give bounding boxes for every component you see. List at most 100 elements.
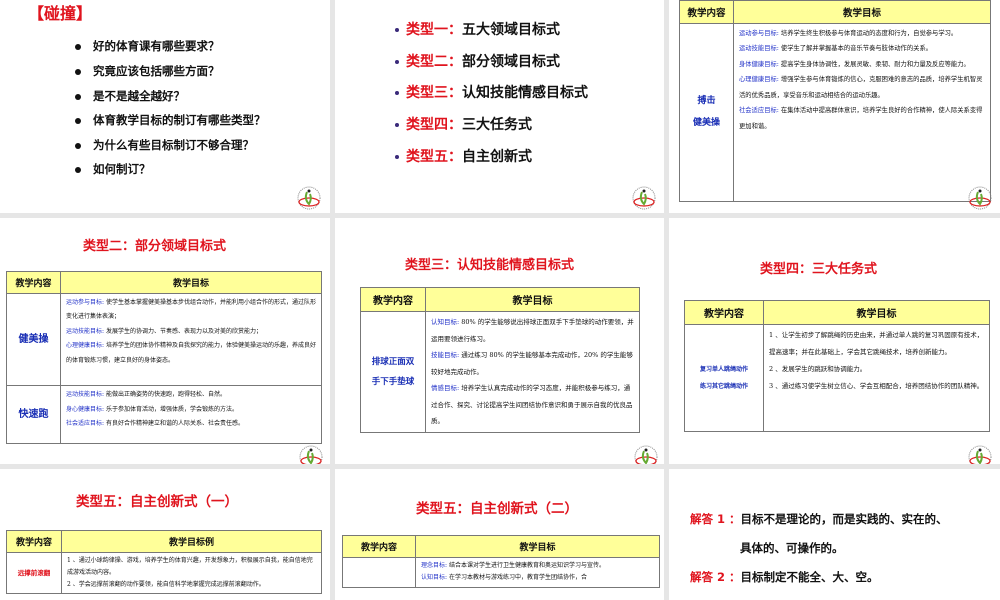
goals-cell: 理念目标: 结合本课对学生进行卫生健康教育和奥运知识学习与宣传。 认知目标: 在学… [415, 556, 660, 588]
goal-text: 使学生了解并掌握基本的音乐节奏与肢体动作的关系。 [778, 45, 933, 53]
slide-thumbnail-2[interactable]: 类型一：五大领域目标式 类型二：部分领域目标式 类型三：认知技能情感目标式 类型… [335, 0, 664, 213]
goal-item: 2 、发展学生的跳跃和协调能力。 [769, 361, 984, 378]
table-row: 搏击 健美操 运动参与目标: 培养学生终生积极参与体育运动的态度和行为，自觉参与学习… [679, 22, 991, 203]
column-header: 教学目标 [763, 300, 990, 325]
bullet-item: 是不是越全越好？ [75, 88, 185, 104]
slide-thumbnail-1[interactable]: 【碰撞】 好的体育课有哪些要求？ 究竟应该包括哪些方面？ 是不是越全越好？ 体育… [0, 0, 330, 213]
slide-thumbnail-4[interactable]: 类型二：部分领域目标式 教学内容 教学目标 健美操 运动参与目标: 使学生基本掌握健美… [0, 218, 330, 464]
table-row: 健美操 运动参与目标: 使学生基本掌握健美操基本步伐组合动作，并能利用小组合作的形… [6, 292, 322, 387]
type-item: 类型五：自主创新式 [395, 146, 532, 166]
school-logo-icon [967, 444, 993, 464]
table: 教学内容 教学目标例 远撑前滚翻 1 、通过小球韵律操、游戏，培养学生的体育兴趣，开发… [6, 530, 322, 594]
goal-text: 乐于参加体育活动，增强体质，学会锻炼的方法。 [104, 405, 238, 413]
slide-title: 类型二：部分领域目标式 [83, 239, 227, 254]
bullet-text: 好的体育课有哪些要求？ [93, 39, 220, 53]
goal-text: 培养学生终生积极参与体育运动的态度和行为，自觉参与学习。 [778, 29, 958, 37]
goal-item: 认知目标: 80% 的学生能够说出排球正面双手下手垫球的动作要领，并运用要领进行… [431, 314, 634, 347]
bullet-icon [75, 68, 81, 75]
type-item: 类型四：三大任务式 [395, 114, 532, 134]
goal-item: 社会适应目标: 在集体活动中提高群体意识，培养学生良好的合作精神，使人际关系变得… [739, 103, 985, 134]
slide-thumbnail-3[interactable]: 教学内容 教学目标 搏击 健美操 运动参与目标: 培养学生终生积极参与体育运动的态度和行… [669, 0, 1000, 213]
goal-text: 能做出正确姿势的快速跑，跑得轻松、自然。 [104, 391, 226, 399]
table-row: 理念目标: 结合本课对学生进行卫生健康教育和奥运知识学习与宣传。 认知目标: 在学… [342, 556, 660, 588]
goal-label: 运动参与目标: [66, 298, 105, 306]
goal-label: 技能目标: [431, 351, 460, 359]
goal-label: 情感目标: [431, 384, 460, 392]
goal-item: 运动技能目标: 使学生了解并掌握基本的音乐节奏与肢体动作的关系。 [739, 41, 985, 57]
goal-item: 运动参与目标: 培养学生终生积极参与体育运动的态度和行为，自觉参与学习。 [739, 26, 985, 42]
bullet-text: 是不是越全越好？ [93, 89, 185, 103]
goal-label: 认知目标: [431, 318, 460, 326]
slide-thumbnail-5[interactable]: 类型三：认知技能情感目标式 教学内容 教学目标 排球正面双 手下手垫球 认知目标: 80… [335, 218, 664, 464]
slide-thumbnail-6[interactable]: 类型四：三大任务式 教学内容 教学目标 复习单人跳绳动作 练习其它跳绳动作 1 、让学生… [669, 218, 1000, 464]
column-header: 教学目标 [733, 0, 991, 24]
goals-table: 教学内容 教学目标 健美操 运动参与目标: 使学生基本掌握健美操基本步伐组合动作，并能… [6, 271, 322, 444]
table: 教学内容 教学目标 理念目标: 结合本课对学生进行卫生健康教育和奥运知识学习与宣传。… [342, 535, 660, 588]
content-text: 练习其它跳绳动作 [699, 383, 748, 390]
content-text: 复习单人跳绳动作 [699, 366, 748, 373]
goal-label: 运动技能目标: [739, 45, 779, 53]
goal-item: 理念目标: 结合本课对学生进行卫生健康教育和奥运知识学习与宣传。 [421, 560, 654, 573]
table-row: 排球正面双 手下手垫球 认知目标: 80% 的学生能够说出排球正面双手下手垫球的动作… [360, 311, 640, 433]
goal-text: 1 、让学生初步了解跳绳的历史由来，并通过单人跳的复习巩固原有技术，提高速率；并… [769, 331, 984, 356]
bullet-item: 为什么有些目标制订不够合理？ [75, 137, 254, 153]
bullet-item: 究竟应该包括哪些方面？ [75, 63, 220, 79]
goal-item: 身体健康目标: 提高学生身体协调性，发展灵敏、柔韧、耐力和力量及反应等能力。 [739, 57, 985, 73]
bullet-icon [75, 142, 81, 149]
bullet-icon [75, 93, 81, 100]
goals-cell: 运动技能目标: 能做出正确姿势的快速跑，跑得轻松、自然。 身心健康目标: 乐于参加… [60, 385, 322, 444]
bullet-icon [395, 123, 399, 127]
content-cell: 健美操 [6, 292, 61, 387]
goal-item: 身心健康目标: 乐于参加体育活动，增强体质，学会锻炼的方法。 [66, 403, 316, 418]
goals-table: 教学内容 教学目标 理念目标: 结合本课对学生进行卫生健康教育和奥运知识学习与宣传。… [342, 535, 660, 588]
bullet-icon [75, 117, 81, 124]
school-logo-icon [296, 185, 322, 211]
answer-text: 目标不是理论的，而是实践的、实在的、 [740, 512, 948, 526]
goal-text: 发展学生的协调力、节奏感、表现力以及对美的欣赏能力； [104, 327, 262, 335]
goal-item: 2 、学会远撑前滚翻的动作要领，能自信科学地掌握完成远撑前滚翻动作。 [67, 579, 316, 591]
goal-label: 运动参与目标: [739, 29, 779, 37]
content-text: 快速跑 [18, 408, 49, 420]
goal-text: 2 、学会远撑前滚翻的动作要领，能自信科学地掌握完成远撑前滚翻动作。 [67, 580, 265, 588]
slide-thumbnail-8[interactable]: 类型五：自主创新式（二） 教学内容 教学目标 理念目标: 结合本课对学生进行卫生健康… [335, 469, 664, 600]
goals-cell: 1 、让学生初步了解跳绳的历史由来，并通过单人跳的复习巩固原有技术，提高速率；并… [763, 324, 990, 432]
type-label: 类型三： [406, 85, 462, 101]
goal-text: 80% 的学生能够说出排球正面双手下手垫球的动作要领，并运用要领进行练习。 [431, 318, 634, 343]
slide-title: 【碰撞】 [28, 4, 93, 23]
goal-text: 提高学生身体协调性，发展灵敏、柔韧、耐力和力量及反应等能力。 [778, 60, 970, 68]
slide-thumbnail-9[interactable]: 解答 1 ：目标不是理论的，而是实践的、实在的、 具体的、可操作的。 解答 2 … [669, 469, 1000, 600]
goal-text: 3 、通过练习使学生树立信心、学会互相配合，培养团结协作的团队精神。 [769, 382, 984, 390]
content-text: 搏击 [697, 96, 716, 107]
goal-text: 2 、发展学生的跳跃和协调能力。 [769, 365, 867, 373]
column-header: 教学目标 [415, 535, 660, 558]
goal-label: 理念目标: [421, 561, 448, 569]
answer-label: 解答 1 ： [690, 512, 741, 526]
bullet-icon [75, 166, 81, 173]
goal-text: 使学生基本掌握健美操基本步伐组合动作，并能利用小组合作的形式，通过队形变化进行集… [66, 298, 316, 321]
content-cell: 远撑前滚翻 [6, 551, 62, 594]
answer-1: 解答 1 ：目标不是理论的，而是实践的、实在的、 [690, 511, 948, 527]
goal-text: 有良好合作精神建立和谐的人际关系、社会责任感。 [104, 420, 244, 428]
goal-item: 心理健康目标: 增强学生参与体育锻炼的信心，克服困难的意志的品质，培养学生机智灵… [739, 72, 985, 103]
content-text: 手下手垫球 [371, 377, 415, 387]
content-cell: 快速跑 [6, 385, 61, 444]
school-logo-icon [967, 185, 993, 211]
goal-text: 通过练习 80% 的学生能够基本完成动作，20% 的学生能够较好地完成动作。 [431, 351, 633, 376]
table-header-row: 教学内容 教学目标 [342, 535, 660, 558]
type-label: 类型四： [406, 117, 462, 133]
goal-label: 运动技能目标: [66, 327, 105, 335]
bullet-item: 如何制订？ [75, 161, 151, 177]
slide-thumbnail-7[interactable]: 类型五：自主创新式（一） 教学内容 教学目标例 远撑前滚翻 1 、通过小球韵律操、游戏… [0, 469, 330, 600]
answer-label: 解答 2 ： [690, 570, 741, 584]
column-header: 教学目标例 [61, 530, 322, 553]
table-row: 复习单人跳绳动作 练习其它跳绳动作 1 、让学生初步了解跳绳的历史由来，并通过单人跳… [684, 324, 990, 432]
goal-item: 认知目标: 在学习本教材与游戏练习中，教育学生团结协作，合 [421, 572, 654, 585]
bullet-icon [395, 91, 399, 95]
bullet-icon [395, 155, 399, 159]
bullet-icon [75, 43, 81, 50]
goal-item: 技能目标: 通过练习 80% 的学生能够基本完成动作，20% 的学生能够较好地完… [431, 347, 634, 380]
answer-text: 具体的、可操作的。 [740, 541, 844, 555]
bullet-icon [395, 28, 399, 32]
goal-text: 1 、通过小球韵律操、游戏，培养学生的体育兴趣，开发想象力，积极展示自我，能自信… [67, 556, 313, 576]
bullet-icon [395, 60, 399, 64]
